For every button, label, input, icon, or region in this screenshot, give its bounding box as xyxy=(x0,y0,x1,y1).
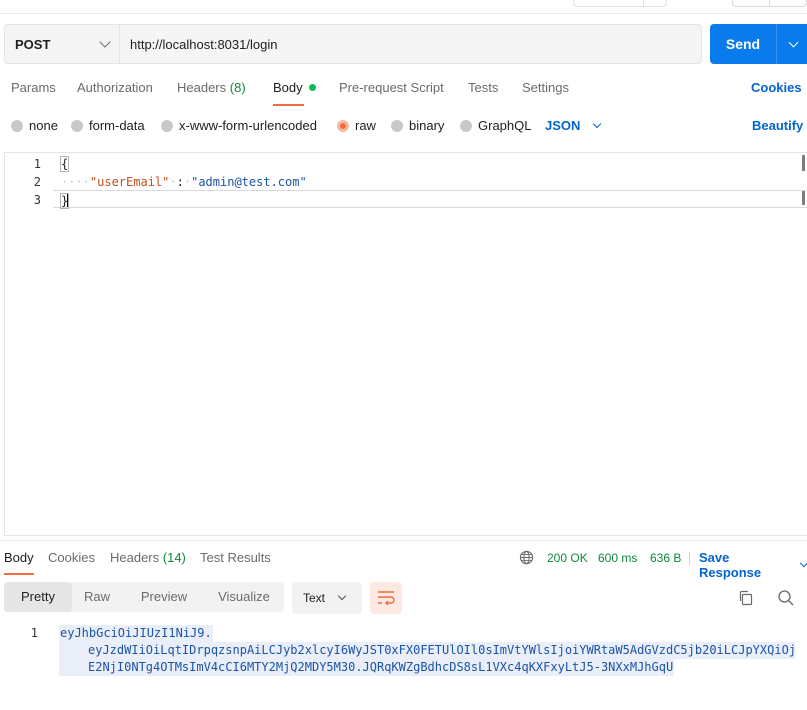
radio-graphql[interactable]: GraphQL xyxy=(460,118,531,133)
json-colon: : xyxy=(176,175,184,189)
body-indicator-dot xyxy=(308,84,316,91)
globe-icon[interactable] xyxy=(519,550,534,565)
chevron-down-icon xyxy=(99,36,111,48)
radio-raw[interactable]: raw xyxy=(337,118,376,133)
text-caret xyxy=(67,193,69,207)
response-line-number: 1 xyxy=(30,626,38,640)
wrap-lines-icon[interactable] xyxy=(370,582,402,614)
url-input[interactable]: http://localhost:8031/login xyxy=(120,37,277,52)
line-number: 1 xyxy=(33,157,41,171)
request-body-editor[interactable]: 1 2 3 { ····"userEmail"·:·"admin@test.co… xyxy=(4,152,807,536)
scrollbar-marker[interactable] xyxy=(802,191,805,205)
tab-headers[interactable]: Headers (8) xyxy=(177,80,246,95)
response-time[interactable]: 600 ms xyxy=(598,551,637,565)
resp-tab-cookies[interactable]: Cookies xyxy=(48,550,95,565)
tab-headers-label: Headers xyxy=(177,80,227,95)
response-tabs: Body Cookies Headers (14) Test Results 2… xyxy=(0,550,807,580)
send-label: Send xyxy=(725,36,761,52)
radio-urlencoded[interactable]: x-www-form-urlencoded xyxy=(161,118,317,133)
response-body-text[interactable]: eyJhbGciOiJIUzI1NiJ9. eyJzdWIiOiLqtIDrpq… xyxy=(59,625,795,676)
resp-tab-body[interactable]: Body xyxy=(4,550,34,575)
save-response-button[interactable]: Save Response xyxy=(699,550,807,580)
search-icon[interactable] xyxy=(776,588,796,608)
scrollbar-marker[interactable] xyxy=(802,155,805,171)
cookies-link[interactable]: Cookies xyxy=(751,80,802,95)
tab-body-label: Body xyxy=(273,80,303,95)
radio-form-data[interactable]: form-data xyxy=(71,118,145,133)
token-line-3: E2NjI0NTg4OTMsImV4cCI6MTY2MjQ2MDY5M30.JQ… xyxy=(59,659,675,676)
pane-divider[interactable] xyxy=(0,540,807,541)
view-visualize[interactable]: Visualize xyxy=(206,582,282,612)
top-pill-control-2[interactable] xyxy=(732,0,807,7)
body-type-options: none form-data x-www-form-urlencoded raw… xyxy=(0,112,807,136)
current-line-highlight xyxy=(53,190,807,208)
response-view-mode: Pretty Raw Preview Visualize xyxy=(4,582,284,612)
headers-count: (8) xyxy=(229,80,246,95)
token-line-2: eyJzdWIiOiLqtIDrpqzsnpAiLCJyb2xlcyI6WyJS… xyxy=(59,642,795,659)
view-preview[interactable]: Preview xyxy=(128,582,200,612)
tab-pre-request-script[interactable]: Pre-request Script xyxy=(339,80,444,95)
code-line-3: } xyxy=(59,193,70,209)
tab-params[interactable]: Params xyxy=(11,80,56,95)
code-line-1: { xyxy=(59,156,70,172)
line-number: 3 xyxy=(33,193,41,207)
view-raw[interactable]: Raw xyxy=(74,582,120,612)
token-line-1: eyJhbGciOiJIUzI1NiJ9. xyxy=(59,625,213,642)
json-value: "admin@test.com" xyxy=(191,175,307,189)
beautify-link[interactable]: Beautify xyxy=(752,118,803,133)
resp-tab-test-results[interactable]: Test Results xyxy=(200,550,271,565)
request-tabs: Params Authorization Headers (8) Body Pr… xyxy=(0,72,807,106)
open-brace: { xyxy=(59,156,70,172)
code-line-2: ····"userEmail"·:·"admin@test.com" xyxy=(61,175,307,189)
request-url-bar: POST http://localhost:8031/login xyxy=(4,24,702,64)
method-select[interactable]: POST xyxy=(5,25,120,63)
window-top-strip xyxy=(0,0,807,14)
radio-none[interactable]: none xyxy=(11,118,58,133)
method-label: POST xyxy=(15,36,51,52)
chevron-down-icon xyxy=(593,119,602,128)
radio-binary[interactable]: binary xyxy=(391,118,444,133)
format-select[interactable]: JSON xyxy=(545,118,602,133)
tab-settings[interactable]: Settings xyxy=(522,80,569,95)
chevron-down-icon xyxy=(799,558,807,568)
copy-icon[interactable] xyxy=(737,589,755,607)
response-size[interactable]: 636 B xyxy=(650,551,681,565)
status-code[interactable]: 200 OK xyxy=(547,551,588,565)
line-number: 2 xyxy=(33,175,41,189)
line-gutter: 1 2 3 xyxy=(5,153,53,535)
chevron-down-icon xyxy=(337,591,347,601)
tab-body[interactable]: Body xyxy=(273,80,316,106)
response-format-select[interactable]: Text xyxy=(292,582,362,614)
top-pill-control[interactable] xyxy=(573,0,667,7)
send-button[interactable]: Send xyxy=(710,24,807,64)
view-pretty[interactable]: Pretty xyxy=(4,582,72,612)
json-key: "userEmail" xyxy=(89,175,170,189)
resp-tab-headers[interactable]: Headers (14) xyxy=(110,550,186,565)
resp-headers-count: (14) xyxy=(162,550,186,565)
chevron-down-icon[interactable] xyxy=(788,37,799,47)
tab-authorization[interactable]: Authorization xyxy=(77,80,153,95)
tab-tests[interactable]: Tests xyxy=(468,80,498,95)
